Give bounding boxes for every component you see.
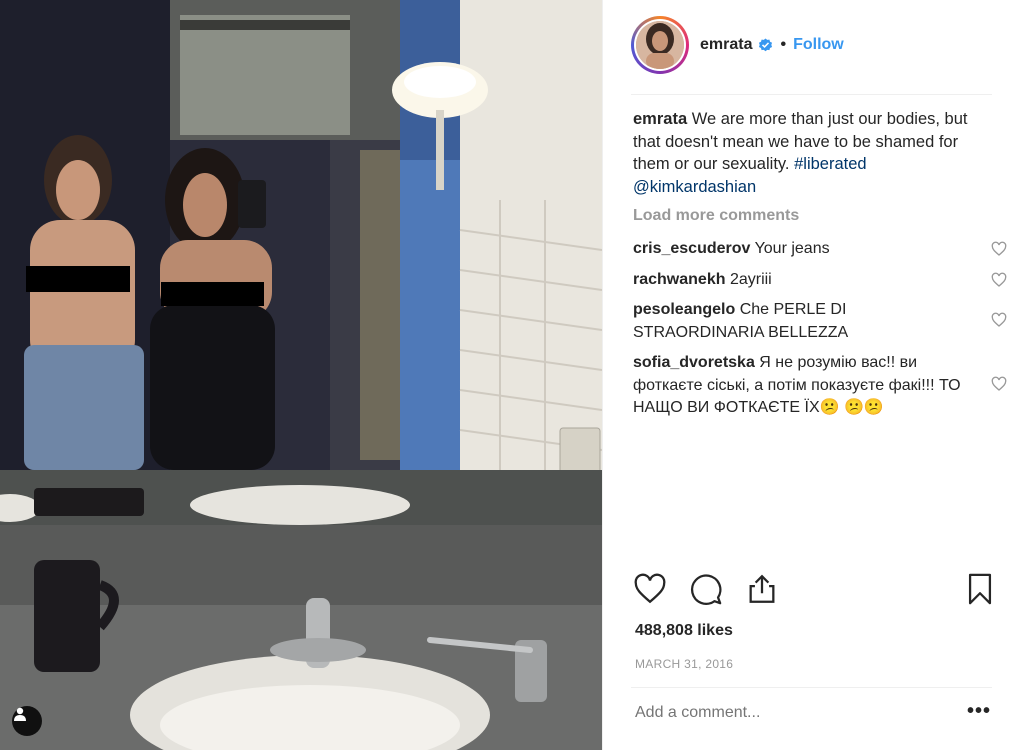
header-divider bbox=[631, 94, 992, 95]
comment-bubble-icon[interactable] bbox=[689, 572, 723, 606]
comment-item: cris_escuderov Your jeans bbox=[633, 238, 1007, 261]
comment-username[interactable]: cris_escuderov bbox=[633, 240, 750, 257]
post-actions bbox=[633, 572, 995, 612]
post-caption: emrata We are more than just our bodies,… bbox=[633, 108, 993, 198]
heart-icon[interactable] bbox=[633, 572, 667, 606]
header-username[interactable]: emrata bbox=[700, 36, 752, 54]
bookmark-icon[interactable] bbox=[963, 572, 997, 606]
heart-icon[interactable] bbox=[991, 272, 1007, 288]
caption-username[interactable]: emrata bbox=[633, 110, 687, 128]
comment-item: pesoleangelo Che PERLE DI STRAORDINARIA … bbox=[633, 299, 1007, 344]
load-more-comments-button[interactable]: Load more comments bbox=[633, 207, 993, 225]
verified-badge-icon bbox=[759, 37, 773, 51]
likes-count[interactable]: 488,808 likes bbox=[635, 622, 733, 640]
comments-section: emrata We are more than just our bodies,… bbox=[633, 108, 1007, 420]
post-header: emrata • Follow bbox=[631, 16, 844, 74]
heart-icon[interactable] bbox=[991, 312, 1007, 328]
comment-box-divider bbox=[631, 687, 992, 688]
follow-button[interactable]: Follow bbox=[793, 36, 844, 54]
heart-icon[interactable] bbox=[991, 241, 1007, 257]
heart-icon[interactable] bbox=[991, 376, 1007, 392]
user-tag-icon[interactable] bbox=[12, 706, 42, 736]
comment-username[interactable]: rachwanekh bbox=[633, 271, 725, 288]
comment-text: 2ayriii bbox=[729, 270, 772, 288]
post-photo[interactable] bbox=[0, 0, 602, 750]
separator-dot: • bbox=[780, 36, 787, 53]
share-icon[interactable] bbox=[745, 572, 779, 606]
mention-link[interactable]: @kimkardashian bbox=[633, 178, 756, 196]
bathroom-mirror-selfie-image bbox=[0, 0, 602, 750]
avatar[interactable] bbox=[631, 16, 689, 74]
add-comment-input[interactable] bbox=[635, 704, 935, 722]
post-date[interactable]: MARCH 31, 2016 bbox=[635, 657, 733, 671]
hashtag-link[interactable]: #liberated bbox=[794, 155, 866, 173]
comment-item: rachwanekh 2ayriii bbox=[633, 269, 1007, 292]
more-options-button[interactable]: ••• bbox=[967, 700, 991, 723]
comment-text: Your jeans bbox=[754, 240, 830, 257]
comment-item: sofia_dvoretska Я не розумію вас!! ви фо… bbox=[633, 352, 1007, 420]
post-side-panel: emrata • Follow emrata We are more than … bbox=[602, 0, 1024, 750]
comment-username[interactable]: pesoleangelo bbox=[633, 301, 735, 318]
comment-username[interactable]: sofia_dvoretska bbox=[633, 354, 755, 371]
